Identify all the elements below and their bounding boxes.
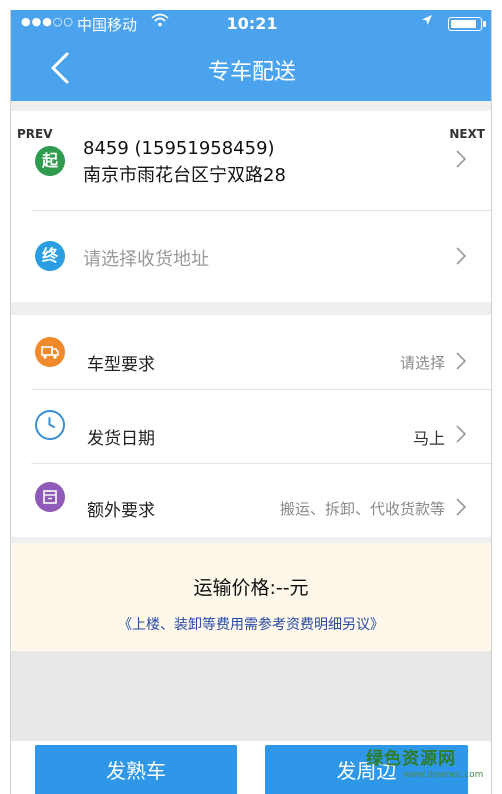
box-icon	[35, 482, 65, 512]
start-address: 南京市雨花台区宁双路28	[83, 165, 286, 186]
status-time: 10:21	[226, 14, 278, 33]
send-familiar-button[interactable]: 发熟车	[35, 745, 237, 794]
transport-price: 运输价格:--元	[193, 577, 309, 599]
truck-icon	[35, 337, 65, 367]
page-title: 专车配送	[207, 60, 296, 85]
section-gap	[11, 101, 491, 111]
section-gap	[11, 302, 491, 315]
start-badge-icon: 起	[35, 146, 65, 176]
vehicle-type-value: 请选择	[399, 354, 445, 372]
status-bar: ●●●○○ 中国移动 10:21	[11, 10, 491, 36]
clock-icon	[35, 410, 65, 440]
location-arrow-icon	[421, 14, 433, 30]
empty-area	[11, 651, 491, 741]
prev-label[interactable]: PREV	[17, 127, 53, 141]
start-contact: 8459 (15951958459)	[83, 138, 275, 159]
delivery-date-value: 马上	[412, 429, 445, 448]
chevron-right-icon	[456, 425, 467, 443]
chevron-right-icon	[456, 247, 467, 265]
battery-icon	[448, 17, 486, 31]
watermark-title: 绿色资源网	[366, 749, 456, 769]
chevron-right-icon	[456, 150, 467, 168]
next-label[interactable]: NEXT	[449, 127, 485, 141]
end-address-placeholder[interactable]: 请选择收货地址	[83, 245, 209, 271]
chevron-right-icon	[456, 352, 467, 370]
vehicle-type-label: 车型要求	[87, 355, 155, 375]
battery-fill	[451, 20, 476, 28]
price-note: 《上楼、装卸等费用需参考资费明细另议》	[118, 617, 384, 633]
extra-requirements-value: 搬运、拆卸、代收货款等	[279, 500, 445, 518]
app-screen: ●●●○○ 中国移动 10:21 专车配送 PREV NEXT 起 8459 (…	[10, 10, 492, 794]
top-bar: ●●●○○ 中国移动 10:21 专车配送	[11, 10, 491, 101]
delivery-date-label: 发货日期	[87, 429, 155, 449]
chevron-right-icon	[456, 498, 467, 516]
extra-requirements-label: 额外要求	[87, 501, 155, 521]
watermark-url: www.downcc.com	[403, 770, 484, 780]
end-badge-icon: 终	[35, 241, 65, 271]
